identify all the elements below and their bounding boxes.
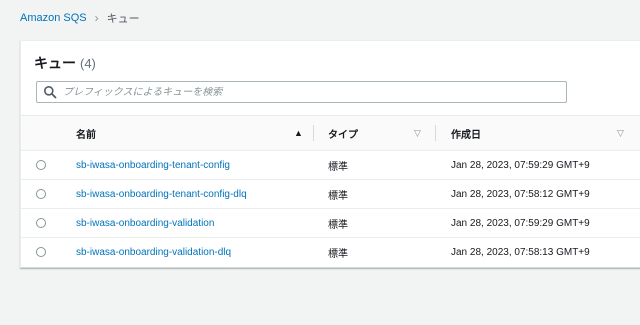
queue-created-date: Jan 28, 2023, 07:59:29 GMT+9: [451, 160, 590, 171]
column-header-label: タイプ: [328, 129, 358, 141]
queues-table: 名前 ▲ タイプ ▽ 作成日 ▽ sb-iwasa-onboarding-ten…: [21, 115, 640, 267]
row-select-radio[interactable]: [36, 160, 46, 170]
queue-name-link[interactable]: sb-iwasa-onboarding-validation: [76, 209, 214, 238]
column-header-type[interactable]: タイプ ▽: [328, 116, 428, 150]
search-box[interactable]: [36, 81, 567, 103]
queue-name-link[interactable]: sb-iwasa-onboarding-tenant-config: [76, 151, 230, 180]
queue-created-date: Jan 28, 2023, 07:58:13 GMT+9: [451, 247, 590, 258]
queue-type: 標準: [328, 220, 348, 231]
column-header-created[interactable]: 作成日 ▽: [451, 116, 631, 150]
table-row[interactable]: sb-iwasa-onboarding-validation 標準 Jan 28…: [21, 209, 640, 238]
table-header: 名前 ▲ タイプ ▽ 作成日 ▽: [21, 115, 640, 151]
column-header-label: 名前: [76, 129, 96, 141]
column-header-label: 作成日: [451, 129, 481, 141]
queue-name-link[interactable]: sb-iwasa-onboarding-validation-dlq: [76, 238, 231, 267]
queues-panel: キュー (4) 名前 ▲ タイプ ▽ 作成日 ▽: [20, 40, 640, 268]
row-select-radio[interactable]: [36, 247, 46, 257]
sort-caret-down-icon: ▽: [414, 127, 421, 138]
table-row[interactable]: sb-iwasa-onboarding-tenant-config-dlq 標準…: [21, 180, 640, 209]
row-select-radio[interactable]: [36, 218, 46, 228]
table-row[interactable]: sb-iwasa-onboarding-validation-dlq 標準 Ja…: [21, 238, 640, 267]
search-icon: [43, 85, 57, 99]
table-row[interactable]: sb-iwasa-onboarding-tenant-config 標準 Jan…: [21, 151, 640, 180]
breadcrumb-service-link[interactable]: Amazon SQS: [20, 12, 87, 24]
queue-created-date: Jan 28, 2023, 07:59:29 GMT+9: [451, 218, 590, 229]
queue-type: 標準: [328, 162, 348, 173]
column-header-name[interactable]: 名前 ▲: [76, 116, 304, 150]
queue-type: 標準: [328, 249, 348, 260]
search-input[interactable]: [63, 86, 553, 98]
breadcrumb-separator-icon: ›: [94, 11, 99, 25]
queue-created-date: Jan 28, 2023, 07:58:12 GMT+9: [451, 189, 590, 200]
column-divider[interactable]: [435, 125, 436, 141]
queue-type: 標準: [328, 191, 348, 202]
breadcrumb-current: キュー: [106, 13, 140, 25]
panel-title: キュー: [34, 55, 76, 71]
column-divider[interactable]: [313, 125, 314, 141]
breadcrumb: Amazon SQS › キュー: [20, 10, 140, 26]
queue-name-link[interactable]: sb-iwasa-onboarding-tenant-config-dlq: [76, 180, 247, 209]
panel-header: キュー (4): [34, 53, 96, 73]
row-select-radio[interactable]: [36, 189, 46, 199]
queue-count: (4): [80, 56, 96, 71]
sort-caret-down-icon: ▽: [617, 127, 624, 138]
sort-ascending-icon: ▲: [294, 128, 303, 138]
